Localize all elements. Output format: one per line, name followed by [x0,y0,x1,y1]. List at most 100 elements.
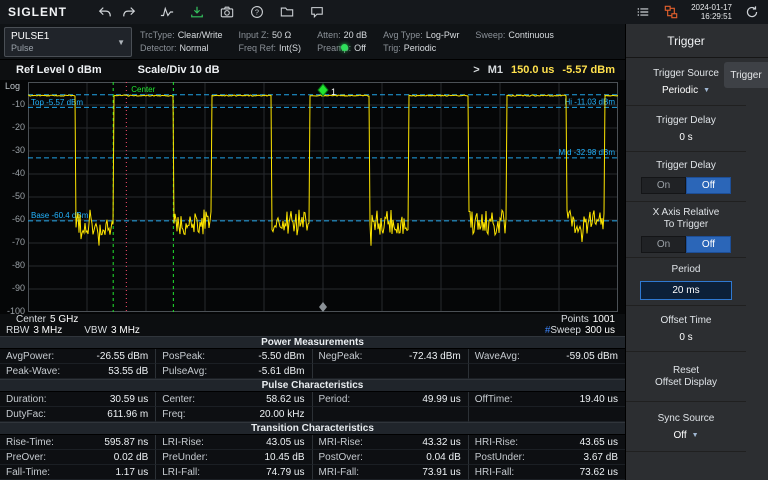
mode-title: PULSE1 [11,31,117,43]
measurement-label: OffTime: [475,394,513,405]
status-field-value: 20 dB [344,30,368,40]
status-field-value: Normal [180,43,209,53]
display-settings-row: Ref Level 0 dBm Scale/Div 10 dB > M1 150… [0,60,625,80]
table-cell [313,407,469,422]
plot-area[interactable]: CenterTop -5.57 dBmHi -11.03 dBmMid -32.… [28,82,618,312]
menu-item-xaxis-relative: X Axis Relative To Trigger On Off [626,202,746,258]
vbw-label: VBW [84,325,107,336]
measurement-value: 73.91 us [422,467,460,478]
y-axis-tick-label: -50 [0,191,25,201]
message-icon[interactable] [305,2,329,22]
status-field: Freq Ref:Int(S) [239,42,302,55]
table-cell: PostUnder:3.67 dB [469,450,625,465]
ref-level-label: Ref Level 0 dBm [16,64,102,76]
trigger-menu-panel: Trigger Trigger Trigger Source Periodic … [625,24,768,480]
trigger-delay-on-button[interactable]: On [641,177,686,194]
measurement-value: -26.55 dBm [97,351,149,362]
status-column: Input Z:50 Ω Freq Ref:Int(S) [239,29,302,55]
measurement-value: -5.61 dBm [258,366,304,377]
status-field-value: Periodic [404,43,437,53]
status-field-value: 50 Ω [272,30,291,40]
status-field-label: Freq Ref: [239,43,277,53]
measurement-value: 43.32 us [422,437,460,448]
lan-icon[interactable] [659,2,683,22]
help-icon[interactable]: ? [245,2,269,22]
measurement-label: AvgPower: [6,351,54,362]
center-freq-label: Center [16,314,46,325]
table-cell: HRI-Rise:43.65 us [469,435,625,450]
table-row: Fall-Time:1.17 usLRI-Fall:74.79 usMRI-Fa… [0,465,625,480]
menu-item-trigger-delay: Trigger Delay 0 s [626,106,746,152]
measurement-value: -5.50 dBm [258,351,304,362]
table-cell: LRI-Rise:43.05 us [156,435,312,450]
refresh-icon[interactable] [740,2,764,22]
menu-item-trigger-delay-toggle: Trigger Delay On Off [626,152,746,202]
status-field-label: TrcType: [140,30,175,40]
center-freq-value: 5 GHz [50,314,78,325]
table-section-title: Transition Characteristics [0,422,625,435]
measurement-label: Rise-Time: [6,437,54,448]
sync-source-dropdown[interactable]: Off ▼ [673,430,698,441]
offset-time-value[interactable]: 0 s [679,332,692,343]
save-icon[interactable] [185,2,209,22]
status-field-label: Detector: [140,43,177,53]
table-cell: Duration:30.59 us [0,392,156,407]
table-cell: MRI-Fall:73.91 us [313,465,469,480]
log-scale-label: Log [5,81,20,91]
threshold-label-mid: Mid -32.98 dBm [559,148,616,157]
brand-logo: SIGLENT [8,5,67,19]
period-value-field[interactable]: 20 ms [640,281,732,300]
trigger-delay-toggle-label: Trigger Delay [656,160,716,172]
measurement-label: Duration: [6,394,47,405]
measurement-label: LRI-Rise: [162,437,204,448]
undo-icon[interactable] [93,2,117,22]
table-cell: Center:58.62 us [156,392,312,407]
trigger-delay-label: Trigger Delay [656,115,716,127]
table-row: DutyFac:611.96 mFreq:20.00 kHz [0,407,625,422]
mode-subtitle: Pulse [11,43,117,54]
reset-offset-label: Reset Offset Display [655,365,717,389]
marker-m1[interactable] [318,84,328,96]
measurement-value: 10.45 dB [264,452,304,463]
chevron-down-icon: ▼ [703,87,710,94]
measurement-label: DutyFac: [6,409,46,420]
measurement-mode-dropdown[interactable]: PULSE1 Pulse ▼ [4,27,132,57]
measurement-value: 20.00 kHz [259,409,304,420]
trigger-delay-off-button[interactable]: Off [686,177,731,194]
points-value: 1001 [593,314,615,325]
measurement-value: 0.02 dB [114,452,148,463]
marker-y-value: -5.57 dBm [562,64,615,76]
measurement-label: PulseAvg: [162,366,207,377]
trigger-source-dropdown[interactable]: Periodic ▼ [662,85,710,96]
trigger-menu: Trigger Source Periodic ▼ Trigger Delay … [626,58,746,452]
trigger-delay-value[interactable]: 0 s [679,132,692,143]
table-section-title: Pulse Characteristics [0,379,625,392]
xaxis-on-button[interactable]: On [641,236,686,253]
trigger-source-label: Trigger Source [653,68,719,80]
time-text: 16:29:51 [691,12,732,21]
y-axis-tick-label: -80 [0,260,25,270]
y-axis-tick-label: -30 [0,145,25,155]
measurement-label: Fall-Time: [6,467,50,478]
menu-icon[interactable] [631,2,655,22]
table-cell: MRI-Rise: 43.32 us [313,435,469,450]
measurement-label: MRI-Rise: [319,437,363,448]
measurement-value: 43.65 us [580,437,618,448]
folder-icon[interactable] [275,2,299,22]
status-field: Detector:Normal [140,42,223,55]
status-field-label: Input Z: [239,30,270,40]
redo-icon[interactable] [117,2,141,22]
sync-source-label: Sync Source [658,413,715,425]
trigger-source-value: Periodic [662,85,698,96]
marker-name: M1 [488,64,503,76]
xaxis-off-button[interactable]: Off [686,236,731,253]
measurement-value: 3.67 dB [584,452,618,463]
trace-icon[interactable] [155,2,179,22]
xaxis-relative-label: X Axis Relative To Trigger [653,207,720,231]
vbw-value: 3 MHz [111,325,140,336]
camera-icon[interactable] [215,2,239,22]
table-cell: Period:49.99 us [313,392,469,407]
reset-offset-display-button[interactable]: Reset Offset Display [626,352,746,402]
table-cell [313,364,469,379]
measurement-value: 49.99 us [422,394,460,405]
